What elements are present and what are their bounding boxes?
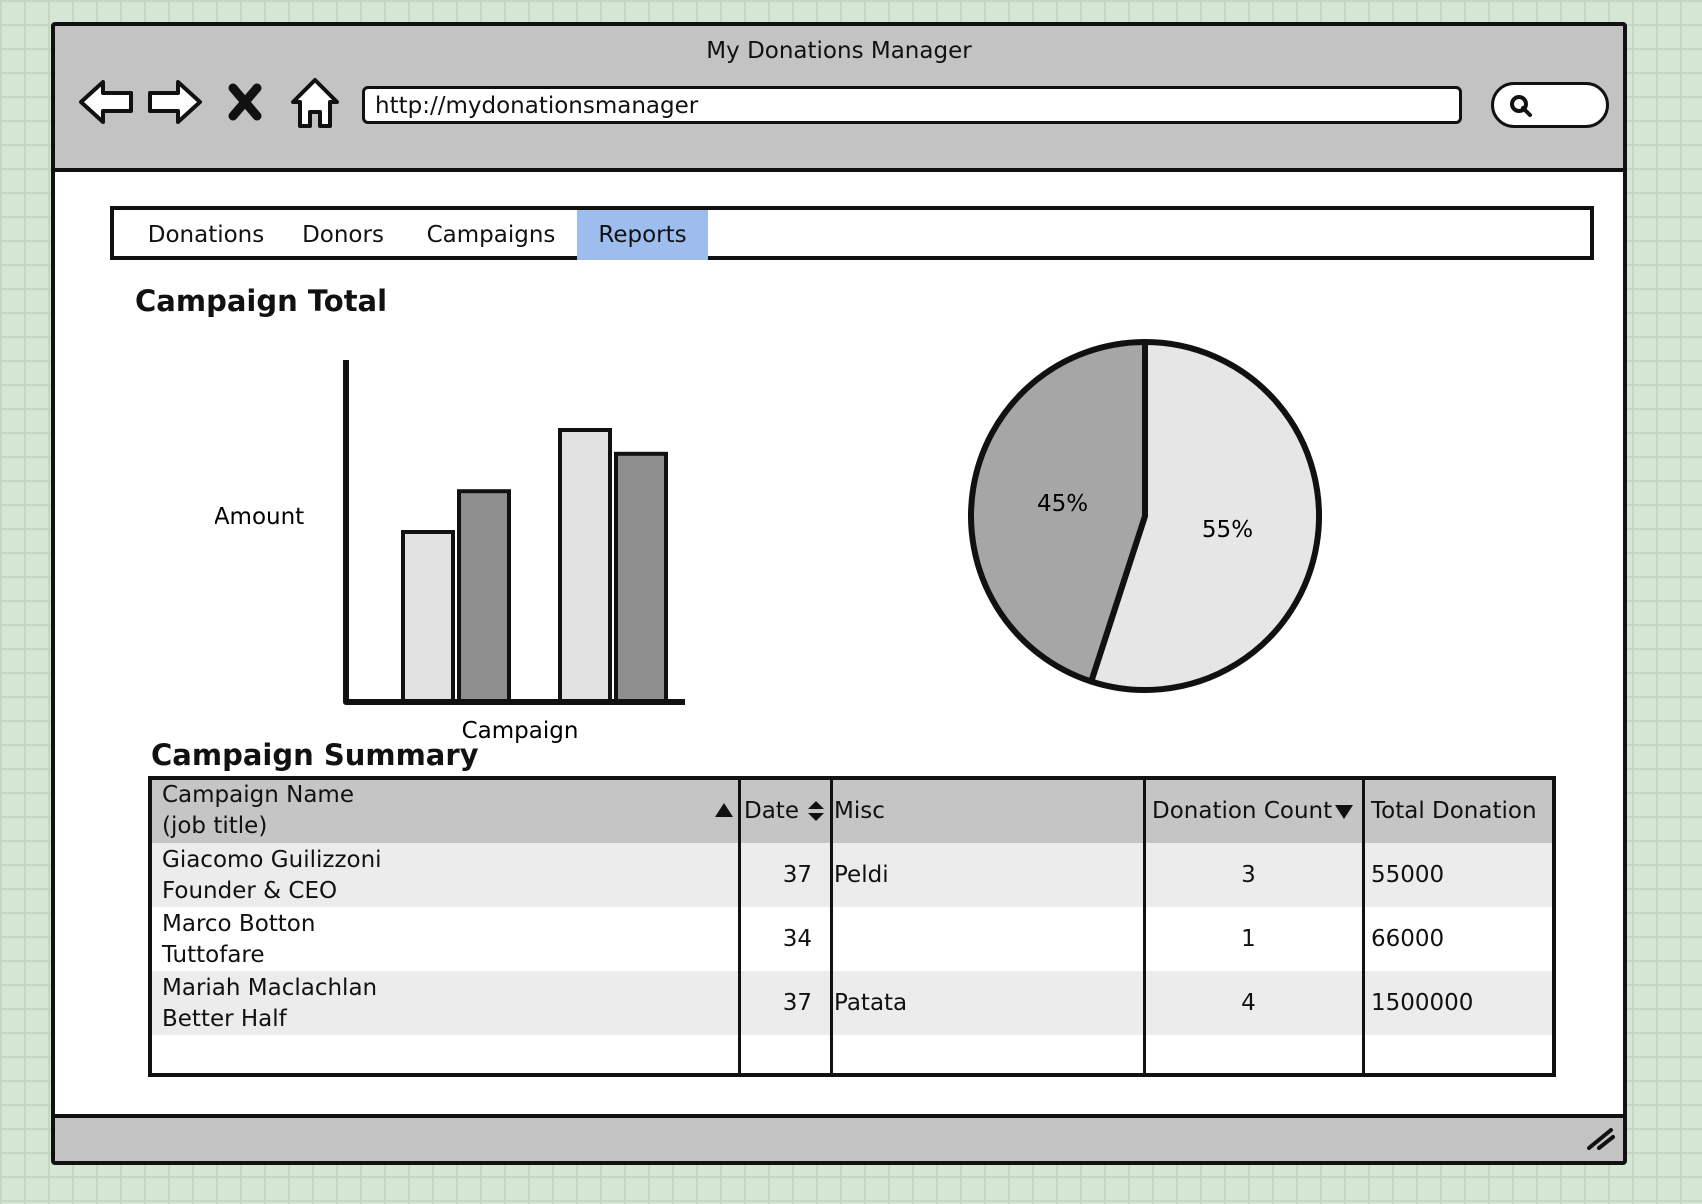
misc-cell: Peldi (834, 862, 889, 888)
header-campaign-name-sub: (job title) (162, 813, 268, 839)
sort-descending-icon[interactable] (1334, 804, 1354, 820)
tab-donors[interactable]: Donors (281, 210, 405, 260)
column-divider (1143, 780, 1146, 1073)
back-arrow-icon[interactable] (77, 72, 137, 132)
total-donation-cell: 1500000 (1371, 990, 1474, 1016)
donation-count-cell: 3 (1241, 862, 1256, 888)
table-row[interactable]: Marco Botton Tuttofare 34 1 66000 (152, 907, 1552, 971)
campaign-total-bar-chart: Amount Campaign (215, 360, 685, 744)
column-divider (830, 780, 833, 1073)
table-row[interactable]: Mariah Maclachlan Better Half 37 Patata … (152, 971, 1552, 1035)
tab-campaigns[interactable]: Campaigns (405, 210, 577, 260)
campaign-name: Mariah Maclachlan (162, 975, 378, 1001)
browser-status-bar (55, 1114, 1623, 1161)
bar (457, 489, 511, 704)
search-icon (1510, 95, 1532, 117)
header-misc[interactable]: Misc (834, 796, 885, 827)
header-date[interactable]: Date (744, 796, 799, 827)
job-title: Better Half (162, 1006, 287, 1032)
job-title: Tuttofare (162, 942, 265, 968)
window-title: My Donations Manager (706, 38, 972, 64)
pie-slice-label: 55% (1202, 517, 1253, 543)
tab-reports[interactable]: Reports (577, 210, 708, 260)
campaign-name: Marco Botton (162, 911, 316, 937)
header-donation-count[interactable]: Donation Count (1152, 796, 1332, 827)
campaign-summary-table: Campaign Name (job title) Date Misc Dona… (148, 776, 1556, 1077)
campaign-total-heading: Campaign Total (135, 284, 388, 318)
url-bar[interactable]: http://mydonationsmanager (362, 86, 1462, 124)
sort-ascending-icon[interactable] (714, 802, 734, 818)
total-donation-cell: 66000 (1371, 926, 1445, 952)
column-divider (1362, 780, 1365, 1073)
tab-donations[interactable]: Donations (131, 210, 281, 260)
browser-search-field[interactable] (1491, 82, 1609, 128)
date-cell: 37 (782, 862, 812, 888)
sort-toggle-icon[interactable] (807, 800, 825, 822)
bar (558, 428, 612, 704)
date-cell: 37 (782, 990, 812, 1016)
table-row[interactable]: Giacomo Guilizzoni Founder & CEO 37 Peld… (152, 843, 1552, 907)
table-header-row: Campaign Name (job title) Date Misc Dona… (152, 780, 1552, 843)
home-icon[interactable] (285, 72, 345, 132)
campaign-name: Giacomo Guilizzoni (162, 847, 382, 873)
browser-window: My Donations Manager http://mydonationsm… (51, 22, 1627, 1165)
job-title: Founder & CEO (162, 878, 338, 904)
header-total-donation[interactable]: Total Donation (1371, 796, 1537, 827)
donation-count-cell: 1 (1241, 926, 1256, 952)
campaign-summary-heading: Campaign Summary (151, 738, 479, 772)
resize-grip-icon[interactable] (1585, 1126, 1615, 1150)
browser-titlebar: My Donations Manager http://mydonationsm… (55, 26, 1623, 172)
bar (401, 530, 455, 704)
date-cell: 34 (782, 926, 812, 952)
pie-slice-label: 45% (1037, 491, 1088, 517)
stop-icon[interactable] (215, 72, 275, 132)
misc-cell: Patata (834, 990, 908, 1016)
main-tab-bar: Donations Donors Campaigns Reports (110, 206, 1594, 260)
x-axis-label: Campaign (462, 718, 579, 744)
y-axis-label: Amount (215, 504, 304, 530)
bar (614, 451, 668, 704)
total-donation-cell: 55000 (1371, 862, 1445, 888)
campaign-pie-chart: 55% 45% (968, 339, 1322, 693)
donation-count-cell: 4 (1241, 990, 1256, 1016)
header-campaign-name[interactable]: Campaign Name (162, 780, 354, 811)
forward-arrow-icon[interactable] (144, 72, 204, 132)
column-divider (738, 780, 741, 1073)
